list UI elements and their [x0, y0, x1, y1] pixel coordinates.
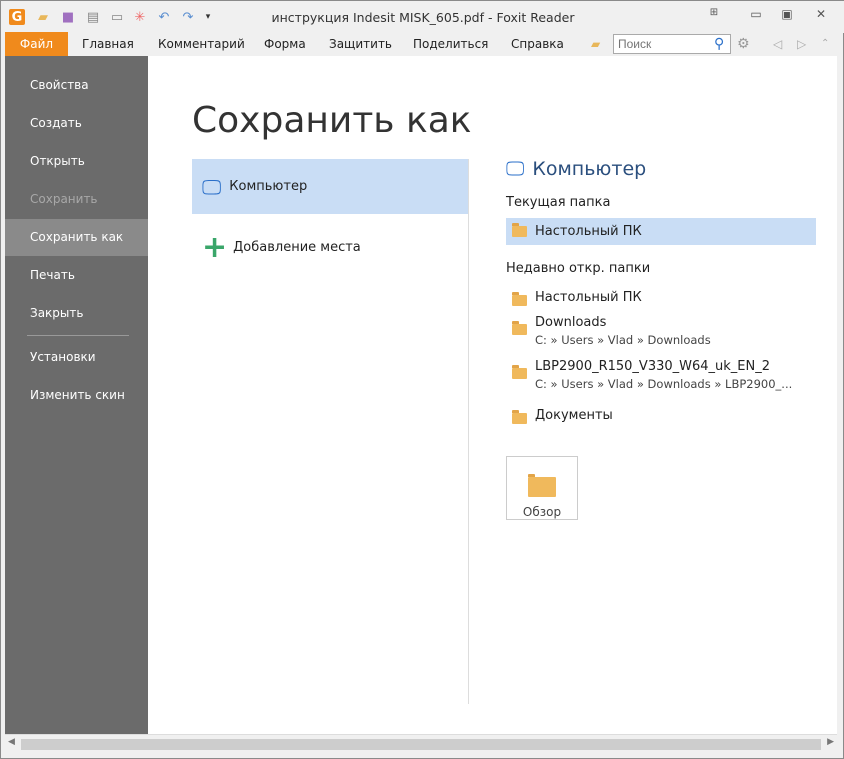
- collapse-ribbon-icon[interactable]: ⌃: [821, 32, 829, 56]
- divider: [468, 159, 469, 704]
- tab-file[interactable]: Файл: [5, 32, 68, 56]
- fullscreen-icon[interactable]: ⊞: [704, 7, 724, 18]
- location-computer[interactable]: 🖵 Компьютер: [192, 159, 468, 214]
- find-folder-icon[interactable]: ▰: [591, 32, 600, 56]
- sidebar-item-change-skin[interactable]: Изменить скин: [5, 377, 148, 414]
- folder-path: C: » Users » Vlad » Downloads: [535, 333, 711, 347]
- minimize-button[interactable]: ▭: [746, 7, 766, 21]
- browse-label: Обзор: [522, 505, 562, 519]
- tab-protect[interactable]: Защитить: [329, 32, 392, 56]
- section-heading: 🖵 Компьютер: [506, 158, 646, 180]
- folder-name: Настольный ПК: [535, 224, 642, 239]
- tab-comment[interactable]: Комментарий: [158, 32, 245, 56]
- search-icon[interactable]: ⚲: [714, 32, 724, 56]
- recent-folder-item[interactable]: Документы: [506, 408, 816, 424]
- sidebar-item-preferences[interactable]: Установки: [5, 339, 148, 376]
- folder-name: Downloads: [535, 315, 607, 330]
- next-icon[interactable]: ▷: [797, 32, 806, 56]
- recent-folder-item[interactable]: Downloads C: » Users » Vlad » Downloads: [506, 315, 816, 347]
- recent-folders-label: Недавно откр. папки: [506, 261, 651, 276]
- computer-icon: 🖵: [506, 158, 525, 180]
- folder-name: Настольный ПК: [535, 290, 642, 305]
- folder-icon: [512, 292, 527, 306]
- location-label: Добавление места: [233, 240, 361, 255]
- folder-icon: [512, 223, 527, 237]
- sidebar-item-open[interactable]: Открыть: [5, 143, 148, 180]
- sidebar-item-save: Сохранить: [30, 192, 98, 206]
- prev-icon[interactable]: ◁: [773, 32, 782, 56]
- current-folder-item[interactable]: Настольный ПК: [506, 218, 816, 245]
- tab-form[interactable]: Форма: [264, 32, 306, 56]
- ribbon-tabs: Файл Главная Комментарий Форма Защитить …: [1, 32, 844, 56]
- folder-icon: [512, 410, 527, 424]
- folder-icon: [528, 474, 556, 497]
- save-as-panel: Сохранить как 🖵 Компьютер + Добавление м…: [148, 56, 837, 734]
- location-label: Компьютер: [229, 179, 308, 194]
- sidebar-item-close[interactable]: Закрыть: [5, 295, 148, 332]
- sidebar-item-create[interactable]: Создать: [5, 105, 148, 142]
- sidebar-item-print[interactable]: Печать: [5, 257, 148, 294]
- current-folder-label: Текущая папка: [506, 195, 611, 210]
- browse-button[interactable]: Обзор: [506, 456, 578, 520]
- file-sidebar: Свойства Создать Открыть Сохранить Сохра…: [5, 56, 148, 734]
- tab-home[interactable]: Главная: [82, 32, 134, 56]
- scrollbar-thumb[interactable]: [21, 739, 821, 750]
- location-add-place[interactable]: + Добавление места: [192, 220, 468, 275]
- tab-help[interactable]: Справка: [511, 32, 564, 56]
- maximize-button[interactable]: ▣: [777, 7, 797, 21]
- folder-icon: [512, 365, 527, 379]
- sidebar-item-properties[interactable]: Свойства: [5, 67, 148, 104]
- plus-icon: +: [202, 230, 228, 265]
- folder-icon: [512, 321, 527, 335]
- divider: [27, 335, 129, 336]
- scroll-left-icon[interactable]: ◀: [8, 737, 15, 747]
- sidebar-item-save-as[interactable]: Сохранить как: [5, 219, 148, 256]
- settings-gear-icon[interactable]: ⚙: [737, 32, 750, 56]
- recent-folder-item[interactable]: LBP2900_R150_V330_W64_uk_EN_2 C: » Users…: [506, 359, 816, 391]
- heading-text: Компьютер: [532, 158, 647, 180]
- folder-name: LBP2900_R150_V330_W64_uk_EN_2: [535, 359, 771, 374]
- close-button[interactable]: ✕: [811, 7, 831, 21]
- horizontal-scrollbar[interactable]: ◀ ▶: [5, 734, 837, 753]
- recent-folder-item[interactable]: Настольный ПК: [506, 290, 816, 306]
- computer-icon: 🖵: [202, 174, 222, 199]
- folder-path: C: » Users » Vlad » Downloads » LBP2900_…: [535, 377, 793, 391]
- folder-name: Документы: [535, 408, 613, 423]
- page-title: Сохранить как: [192, 100, 472, 141]
- title-bar: G ▰ ■ ▤ ▭ ✳ ↶ ↷ ▾ инструкция Indesit MIS…: [1, 1, 844, 33]
- scroll-right-icon[interactable]: ▶: [827, 737, 834, 747]
- tab-share[interactable]: Поделиться: [413, 32, 488, 56]
